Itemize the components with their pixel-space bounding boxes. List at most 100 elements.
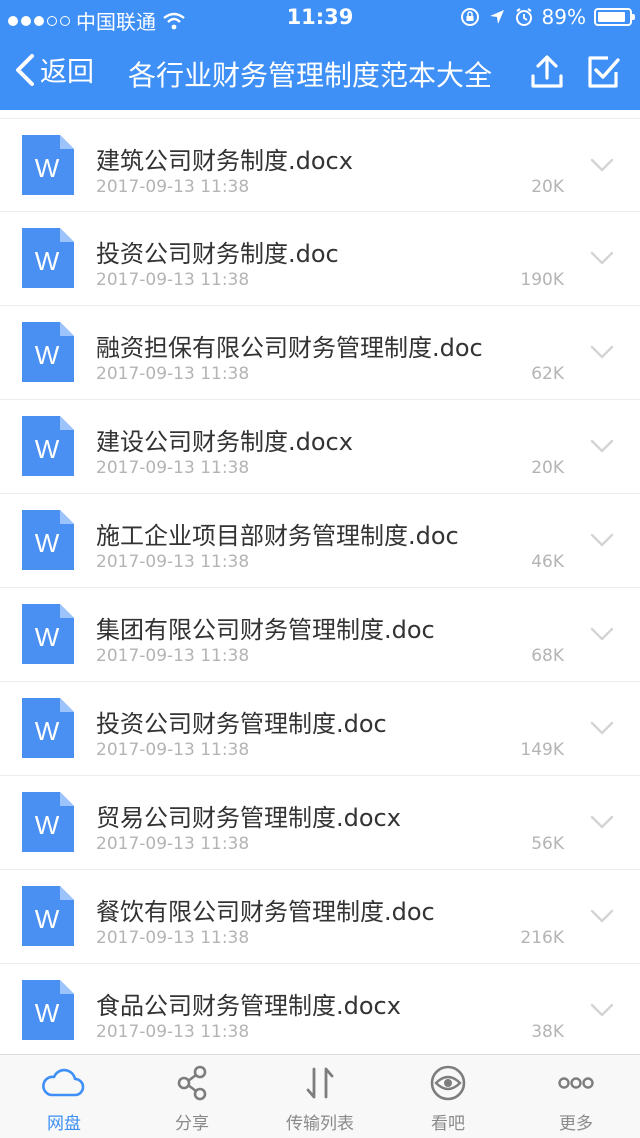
file-size: 20K [531, 177, 564, 197]
file-name: 施工企业项目部财务管理制度.doc [96, 522, 459, 550]
tab-share[interactable]: 分享 [128, 1063, 256, 1134]
file-size: 20K [531, 458, 564, 478]
file-date: 2017-09-13 11:38 [96, 364, 250, 384]
file-size: 190K [520, 270, 564, 290]
file-row[interactable]: W 食品公司财务管理制度.docx 2017-09-13 11:38 38K [0, 964, 640, 1058]
svg-text:W: W [35, 528, 60, 558]
svg-text:W: W [35, 904, 60, 934]
share-icon [177, 1065, 207, 1101]
word-document-icon: W [22, 228, 74, 288]
file-row[interactable]: W 贸易公司财务管理制度.docx 2017-09-13 11:38 56K [0, 776, 640, 870]
file-date: 2017-09-13 11:38 [96, 270, 250, 290]
file-row[interactable]: W 建筑公司财务制度.docx 2017-09-13 11:38 20K [0, 118, 640, 212]
chevron-down-icon[interactable] [590, 157, 614, 173]
file-row[interactable]: W 集团有限公司财务管理制度.doc 2017-09-13 11:38 68K [0, 588, 640, 682]
file-name: 建设公司财务制度.docx [96, 428, 353, 456]
file-list: W 建筑公司财务制度.docx 2017-09-13 11:38 20K W 投资公司财务… [0, 118, 640, 1058]
alarm-icon [515, 8, 532, 26]
svg-text:W: W [35, 998, 60, 1028]
file-size: 216K [520, 928, 564, 948]
word-document-icon: W [22, 792, 74, 852]
file-date: 2017-09-13 11:38 [96, 928, 250, 948]
top-bar: 中国联通 11:39 89% 返回 各行业财务管理制度范本大全 [0, 0, 640, 110]
svg-text:W: W [35, 810, 60, 840]
back-label: 返回 [40, 57, 94, 88]
tab-eye[interactable]: 看吧 [384, 1063, 512, 1134]
tab-label: 网盘 [47, 1114, 81, 1134]
chevron-down-icon[interactable] [590, 720, 614, 736]
file-size: 68K [531, 646, 564, 666]
file-size: 149K [520, 740, 564, 760]
tab-bar: 网盘 分享 传输列表 看吧 更多 [0, 1054, 640, 1138]
file-name: 食品公司财务管理制度.docx [96, 992, 401, 1020]
tab-transfer[interactable]: 传输列表 [256, 1063, 384, 1134]
tab-label: 更多 [559, 1114, 593, 1134]
file-name: 融资担保有限公司财务管理制度.doc [96, 334, 483, 362]
word-document-icon: W [22, 698, 74, 758]
tab-label: 传输列表 [286, 1114, 354, 1134]
word-document-icon: W [22, 510, 74, 570]
file-size: 62K [531, 364, 564, 384]
chevron-down-icon[interactable] [590, 1002, 614, 1018]
location-icon [489, 10, 504, 24]
cloud-icon [42, 1068, 85, 1097]
file-size: 56K [531, 834, 564, 854]
file-size: 46K [531, 552, 564, 572]
svg-text:W: W [35, 153, 60, 183]
status-right: 89% [460, 5, 635, 29]
file-row[interactable]: W 施工企业项目部财务管理制度.doc 2017-09-13 11:38 46K [0, 494, 640, 588]
file-date: 2017-09-13 11:38 [96, 458, 250, 478]
word-document-icon: W [22, 604, 74, 664]
tab-more[interactable]: 更多 [512, 1063, 640, 1134]
file-date: 2017-09-13 11:38 [96, 834, 250, 854]
page-title: 各行业财务管理制度范本大全 [128, 59, 493, 92]
file-row[interactable]: W 建设公司财务制度.docx 2017-09-13 11:38 20K [0, 400, 640, 494]
more-icon [558, 1077, 594, 1089]
select-checkbox-icon[interactable] [586, 54, 620, 90]
file-row[interactable]: W 融资担保有限公司财务管理制度.doc 2017-09-13 11:38 62K [0, 306, 640, 400]
word-document-icon: W [22, 416, 74, 476]
file-date: 2017-09-13 11:38 [96, 740, 250, 760]
file-row[interactable]: W 投资公司财务管理制度.doc 2017-09-13 11:38 149K [0, 682, 640, 776]
rotation-lock-icon [460, 8, 479, 26]
status-bar: 中国联通 11:39 89% [0, 0, 640, 36]
chevron-down-icon[interactable] [590, 532, 614, 548]
svg-text:W: W [35, 340, 60, 370]
tab-label: 看吧 [431, 1114, 465, 1134]
tab-label: 分享 [175, 1114, 209, 1134]
file-name: 投资公司财务管理制度.doc [96, 710, 387, 738]
file-date: 2017-09-13 11:38 [96, 552, 250, 572]
chevron-down-icon[interactable] [590, 250, 614, 266]
chevron-down-icon[interactable] [590, 814, 614, 830]
file-name: 投资公司财务制度.doc [96, 240, 339, 268]
battery-percent: 89% [541, 5, 586, 29]
file-date: 2017-09-13 11:38 [96, 177, 250, 197]
file-row[interactable]: W 投资公司财务制度.doc 2017-09-13 11:38 190K [0, 212, 640, 306]
file-date: 2017-09-13 11:38 [96, 646, 250, 666]
svg-text:W: W [35, 434, 60, 464]
file-name: 餐饮有限公司财务管理制度.doc [96, 898, 435, 926]
file-date: 2017-09-13 11:38 [96, 1022, 250, 1042]
chevron-down-icon[interactable] [590, 908, 614, 924]
back-button[interactable]: 返回 [14, 50, 94, 89]
svg-text:W: W [35, 246, 60, 276]
file-name: 集团有限公司财务管理制度.doc [96, 616, 435, 644]
word-document-icon: W [22, 886, 74, 946]
upload-icon[interactable] [530, 54, 564, 90]
file-name: 贸易公司财务管理制度.docx [96, 804, 401, 832]
nav-bar: 返回 各行业财务管理制度范本大全 [0, 36, 640, 110]
file-size: 38K [531, 1022, 564, 1042]
battery-icon [594, 8, 635, 26]
chevron-left-icon [16, 53, 34, 86]
file-row[interactable]: W 餐饮有限公司财务管理制度.doc 2017-09-13 11:38 216K [0, 870, 640, 964]
tab-cloud[interactable]: 网盘 [0, 1063, 128, 1134]
chevron-down-icon[interactable] [590, 626, 614, 642]
word-document-icon: W [22, 980, 74, 1040]
file-name: 建筑公司财务制度.docx [96, 147, 353, 175]
eye-icon [430, 1065, 466, 1101]
word-document-icon: W [22, 322, 74, 382]
chevron-down-icon[interactable] [590, 344, 614, 360]
chevron-down-icon[interactable] [590, 438, 614, 454]
svg-text:W: W [35, 622, 60, 652]
transfer-icon [306, 1067, 334, 1099]
